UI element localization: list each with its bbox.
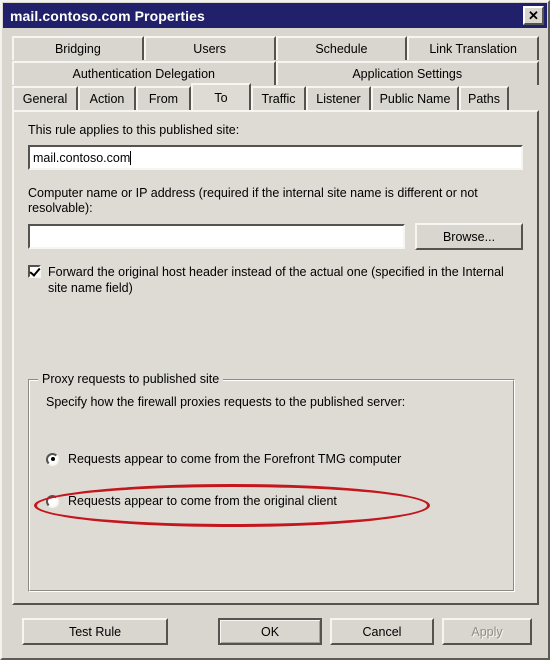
- tab-bridging[interactable]: Bridging: [12, 36, 144, 60]
- tab-from[interactable]: From: [136, 86, 191, 110]
- radio-row-original-client[interactable]: Requests appear to come from the origina…: [34, 484, 497, 527]
- tab-general[interactable]: General: [12, 86, 78, 110]
- radio-row-forefront-tmg[interactable]: Requests appear to come from the Forefro…: [46, 452, 497, 466]
- test-rule-button[interactable]: Test Rule: [22, 618, 168, 645]
- published-site-value: mail.contoso.com: [33, 150, 131, 165]
- tab-row-1: Bridging Users Schedule Link Translation: [12, 36, 539, 60]
- proxy-description: Specify how the firewall proxies request…: [46, 395, 406, 409]
- apply-button: Apply: [442, 618, 532, 645]
- tab-link-translation[interactable]: Link Translation: [407, 36, 539, 60]
- tab-paths[interactable]: Paths: [459, 86, 509, 110]
- title-bar[interactable]: mail.contoso.com Properties ✕: [3, 3, 547, 28]
- published-site-label: This rule applies to this published site…: [28, 123, 240, 137]
- computer-name-label: Computer name or IP address (required if…: [28, 186, 478, 215]
- tab-listener[interactable]: Listener: [306, 86, 371, 110]
- forward-host-header-label: Forward the original host header instead…: [48, 265, 504, 295]
- computer-name-input[interactable]: [28, 224, 405, 249]
- tab-authentication-delegation[interactable]: Authentication Delegation: [12, 61, 276, 85]
- tab-traffic[interactable]: Traffic: [251, 86, 306, 110]
- radio-forefront-tmg-label: Requests appear to come from the Forefro…: [68, 452, 402, 466]
- tab-schedule[interactable]: Schedule: [275, 36, 408, 60]
- published-site-input[interactable]: mail.contoso.com: [28, 145, 523, 170]
- text-caret: [130, 150, 132, 165]
- ok-button[interactable]: OK: [218, 618, 322, 645]
- tab-public-name[interactable]: Public Name: [371, 86, 459, 110]
- tab-row-2: Authentication Delegation Application Se…: [12, 61, 539, 85]
- cancel-button[interactable]: Cancel: [330, 618, 434, 645]
- dialog-button-bar: Test Rule OK Cancel Apply: [12, 618, 539, 648]
- tab-application-settings[interactable]: Application Settings: [275, 61, 539, 85]
- groupbox-legend: Proxy requests to published site: [38, 372, 224, 386]
- radio-original-client-label: Requests appear to come from the origina…: [68, 494, 337, 508]
- proxy-requests-groupbox: Proxy requests to published site Specify…: [28, 372, 515, 592]
- radio-original-client[interactable]: [46, 494, 59, 508]
- computer-name-row: Browse...: [28, 223, 523, 250]
- forward-host-header-row[interactable]: Forward the original host header instead…: [28, 264, 523, 296]
- radio-forefront-tmg[interactable]: [46, 452, 59, 466]
- tab-action[interactable]: Action: [78, 86, 136, 110]
- browse-button[interactable]: Browse...: [415, 223, 523, 250]
- window-title: mail.contoso.com Properties: [10, 7, 205, 24]
- forward-host-header-checkbox[interactable]: [28, 265, 41, 278]
- tab-panel-to: This rule applies to this published site…: [12, 110, 539, 605]
- tab-row-3: General Action From To Traffic Listener …: [12, 83, 539, 110]
- close-icon[interactable]: ✕: [523, 6, 544, 25]
- properties-dialog: mail.contoso.com Properties ✕ Bridging U…: [0, 0, 550, 660]
- tab-users[interactable]: Users: [143, 36, 276, 60]
- tab-to[interactable]: To: [191, 83, 251, 110]
- tab-strip: Bridging Users Schedule Link Translation…: [12, 36, 539, 110]
